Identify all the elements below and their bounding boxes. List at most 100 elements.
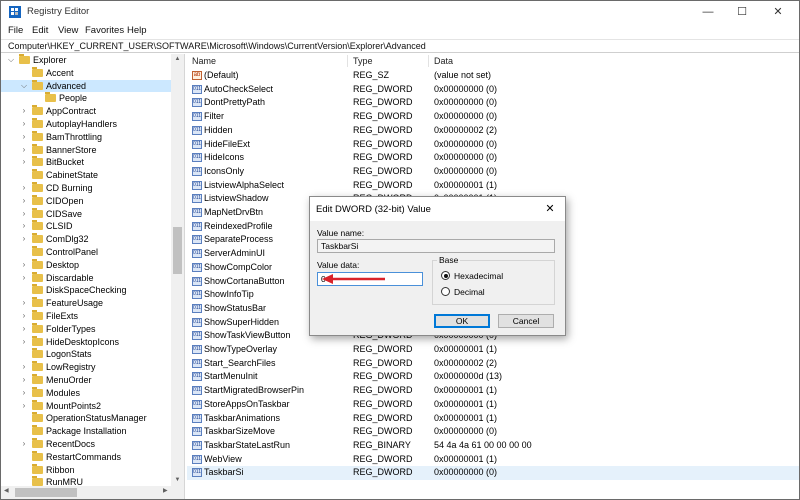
tree-item-foldertypes[interactable]: › FolderTypes [1,322,171,336]
tree-item-accent[interactable]: Accent [1,66,171,80]
tree-vertical-scrollbar[interactable]: ▲ ▼ [171,54,184,486]
tree-item-diskspacechecking[interactable]: DiskSpaceChecking [1,284,171,297]
chevron-right-icon[interactable]: › [20,105,28,118]
chevron-right-icon[interactable]: › [20,118,28,131]
menu-help[interactable]: Help [127,25,147,36]
scroll-right-icon[interactable]: ▶ [163,487,168,494]
chevron-right-icon[interactable]: › [20,336,28,349]
column-header-data[interactable]: Data [434,55,453,68]
tree-scroll-thumb[interactable] [173,227,182,274]
chevron-right-icon[interactable]: › [20,400,28,413]
menu-view[interactable]: View [58,25,78,36]
tree-item-controlpanel[interactable]: ControlPanel [1,246,171,259]
value-row[interactable]: 011 IconsOnly REG_DWORD 0x00000000 (0) [187,165,799,179]
column-separator[interactable] [428,55,429,67]
value-row[interactable]: 011 StartMenuInit REG_DWORD 0x0000000d (13) [187,370,799,384]
chevron-right-icon[interactable]: › [20,323,28,336]
chevron-right-icon[interactable]: › [20,387,28,400]
tree-item-mountpoints2[interactable]: › MountPoints2 [1,399,171,413]
tree-item-autoplayhandlers[interactable]: › AutoplayHandlers [1,118,171,131]
tree-item-recentdocs[interactable]: › RecentDocs [1,438,171,451]
chevron-right-icon[interactable]: › [20,208,28,221]
decimal-radio[interactable] [441,287,450,296]
column-header-name[interactable]: Name [192,55,216,68]
value-row[interactable]: 011 DontPrettyPath REG_DWORD 0x00000000 (0) [187,96,799,110]
chevron-down-icon[interactable]: ⌵ [7,54,15,67]
chevron-right-icon[interactable]: › [20,195,28,208]
tree-item-hidedesktopicons[interactable]: › HideDesktopIcons [1,335,171,349]
address-bar[interactable]: Computer\HKEY_CURRENT_USER\SOFTWARE\Micr… [1,39,799,53]
value-row[interactable]: 011 HideFileExt REG_DWORD 0x00000000 (0) [187,138,799,152]
chevron-right-icon[interactable]: › [20,220,28,233]
chevron-right-icon[interactable]: › [20,272,28,285]
tree-item-lowregistry[interactable]: › LowRegistry [1,361,171,374]
ok-button[interactable]: OK [434,314,490,328]
tree-item-cd-burning[interactable]: › CD Burning [1,182,171,195]
tree-item-fileexts[interactable]: › FileExts [1,310,171,323]
tree-item-modules[interactable]: › Modules [1,386,171,400]
chevron-right-icon[interactable]: › [20,131,28,144]
chevron-right-icon[interactable]: › [20,182,28,195]
chevron-right-icon[interactable]: › [20,144,28,157]
tree-item-advanced[interactable]: ⌵ Advanced [1,79,171,93]
tree-item-bannerstore[interactable]: › BannerStore [1,143,171,157]
hexadecimal-label[interactable]: Hexadecimal [454,271,503,281]
tree-item-menuorder[interactable]: › MenuOrder [1,374,171,387]
value-row[interactable]: 011 TaskbarSi REG_DWORD 0x00000000 (0) [187,466,799,480]
tree-item-featureusage[interactable]: › FeatureUsage [1,297,171,310]
tree-hscroll-thumb[interactable] [15,488,77,497]
column-separator[interactable] [347,55,348,67]
value-row[interactable]: 011 ListviewAlphaSelect REG_DWORD 0x0000000… [187,179,799,193]
value-row[interactable]: 011 StoreAppsOnTaskbar REG_DWORD 0x00000001… [187,398,799,412]
maximize-button[interactable]: ☐ [725,1,759,23]
menu-edit[interactable]: Edit [32,25,48,36]
minimize-button[interactable]: — [691,1,725,23]
tree-item-package-installation[interactable]: Package Installation [1,425,171,438]
chevron-right-icon[interactable]: › [20,361,28,374]
tree-item-discardable[interactable]: › Discardable [1,271,171,285]
value-row[interactable]: 011 StartMigratedBrowserPin REG_DWORD 0x000… [187,384,799,398]
chevron-down-icon[interactable]: ⌵ [20,80,28,93]
chevron-right-icon[interactable]: › [20,297,28,310]
tree-item-appcontract[interactable]: › AppContract [1,105,171,118]
menu-favorites[interactable]: Favorites [85,25,124,36]
chevron-right-icon[interactable]: › [20,374,28,387]
value-row[interactable]: 011 Hidden REG_DWORD 0x00000002 (2) [187,124,799,138]
tree-item-bitbucket[interactable]: › BitBucket [1,156,171,169]
value-row[interactable]: 011 TaskbarStateLastRun REG_BINARY 54 4a 4a… [187,439,799,453]
value-row[interactable]: ab (Default) REG_SZ (value not set) [187,69,799,83]
value-row[interactable]: 011 WebView REG_DWORD 0x00000001 (1) [187,453,799,467]
tree-item-desktop[interactable]: › Desktop [1,258,171,272]
value-row[interactable]: 011 HideIcons REG_DWORD 0x00000000 (0) [187,151,799,165]
column-header-type[interactable]: Type [353,55,373,68]
chevron-right-icon[interactable]: › [20,310,28,323]
tree-item-people[interactable]: People [1,92,171,105]
chevron-right-icon[interactable]: › [20,156,28,169]
chevron-right-icon[interactable]: › [20,259,28,272]
tree-horizontal-scrollbar[interactable]: ◀ ▶ [1,486,184,499]
decimal-label[interactable]: Decimal [454,287,485,297]
scroll-up-icon[interactable]: ▲ [171,56,184,62]
value-row[interactable]: 011 Filter REG_DWORD 0x00000000 (0) [187,110,799,124]
tree-item-cabinetstate[interactable]: CabinetState [1,169,171,182]
value-row[interactable]: 011 ShowTypeOverlay REG_DWORD 0x00000001 (1… [187,343,799,357]
menu-file[interactable]: File [8,25,23,36]
hexadecimal-radio[interactable] [441,271,450,280]
tree-item-clsid[interactable]: › CLSID [1,220,171,233]
chevron-right-icon[interactable]: › [20,438,28,451]
scroll-left-icon[interactable]: ◀ [4,487,9,494]
tree-item-ribbon[interactable]: Ribbon [1,463,171,477]
tree-item-comdlg32[interactable]: › ComDlg32 [1,233,171,246]
cancel-button[interactable]: Cancel [498,314,554,328]
tree-item-cidopen[interactable]: › CIDOpen [1,194,171,208]
value-row[interactable]: 011 TaskbarSizeMove REG_DWORD 0x00000000 (0… [187,425,799,439]
tree-item-explorer[interactable]: ⌵ Explorer [1,54,171,67]
chevron-right-icon[interactable]: › [20,233,28,246]
tree-item-logonstats[interactable]: LogonStats [1,348,171,361]
close-button[interactable]: ✕ [761,1,795,23]
value-row[interactable]: 011 AutoCheckSelect REG_DWORD 0x00000000 (0… [187,83,799,97]
tree-item-operationstatusmanager[interactable]: OperationStatusManager [1,412,171,425]
value-row[interactable]: 011 TaskbarAnimations REG_DWORD 0x00000001 … [187,412,799,426]
tree-item-bamthrottling[interactable]: › BamThrottling [1,130,171,144]
tree-item-restartcommands[interactable]: RestartCommands [1,450,171,464]
